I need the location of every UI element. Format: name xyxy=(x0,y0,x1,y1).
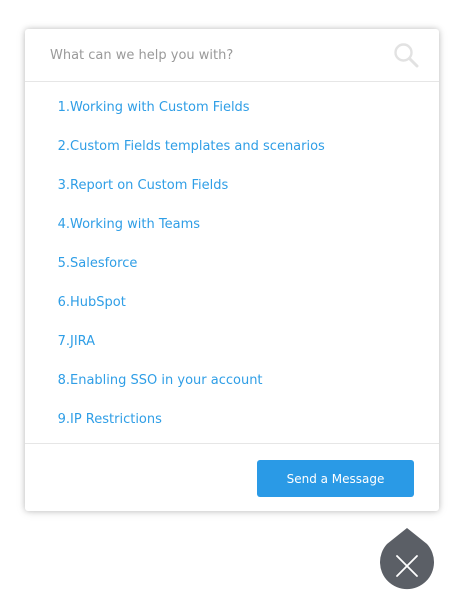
item-link[interactable]: Working with Custom Fields xyxy=(70,100,250,115)
list-item[interactable]: 5. Salesforce xyxy=(25,244,439,283)
item-link[interactable]: Working with Teams xyxy=(70,217,200,232)
item-link[interactable]: IP Restrictions xyxy=(70,412,162,427)
item-link[interactable]: JIRA xyxy=(70,334,95,349)
item-link[interactable]: HubSpot xyxy=(70,295,126,310)
item-number: 2. xyxy=(57,139,70,154)
launcher-close-button[interactable] xyxy=(380,528,434,592)
item-number: 6. xyxy=(57,295,70,310)
list-item[interactable]: 1. Working with Custom Fields xyxy=(25,88,439,127)
item-link[interactable]: Enabling SSO in your account xyxy=(70,373,263,388)
item-link[interactable]: Custom Fields templates and scenarios xyxy=(70,139,325,154)
list-item[interactable]: 4. Working with Teams xyxy=(25,205,439,244)
list-item[interactable]: 2. Custom Fields templates and scenarios xyxy=(25,127,439,166)
search-input[interactable] xyxy=(50,29,380,81)
item-number: 1. xyxy=(57,100,70,115)
item-number: 7. xyxy=(57,334,70,349)
search-bar xyxy=(25,29,439,82)
item-link[interactable]: Salesforce xyxy=(70,256,137,271)
list-item[interactable]: 9. IP Restrictions xyxy=(25,400,439,439)
search-icon[interactable] xyxy=(393,42,419,68)
item-number: 5. xyxy=(57,256,70,271)
item-link[interactable]: Report on Custom Fields xyxy=(70,178,228,193)
list-item[interactable]: 3. Report on Custom Fields xyxy=(25,166,439,205)
widget-footer: Send a Message xyxy=(25,443,439,511)
help-widget: 1. Working with Custom Fields 2. Custom … xyxy=(25,29,439,511)
item-number: 9. xyxy=(57,412,70,427)
item-number: 3. xyxy=(57,178,70,193)
item-number: 8. xyxy=(57,373,70,388)
list-item[interactable]: 6. HubSpot xyxy=(25,283,439,322)
article-list: 1. Working with Custom Fields 2. Custom … xyxy=(25,88,439,439)
list-item[interactable]: 7. JIRA xyxy=(25,322,439,361)
send-message-button[interactable]: Send a Message xyxy=(257,460,414,497)
list-item[interactable]: 8. Enabling SSO in your account xyxy=(25,361,439,400)
item-number: 4. xyxy=(57,217,70,232)
